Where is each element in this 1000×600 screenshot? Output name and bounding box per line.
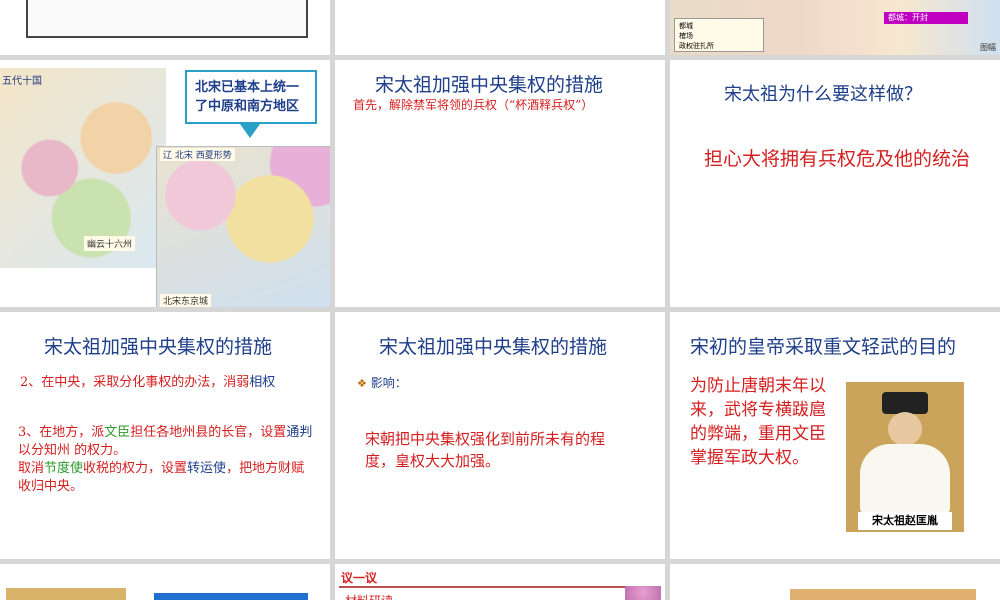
callout-line-2: 了中原和南方地区: [195, 99, 300, 114]
point-3-c: 以分知州 的权力。: [18, 443, 127, 458]
point-3-e: 收税的权力，设置: [83, 461, 188, 476]
slide-5[interactable]: 宋太祖加强中央集权的措施 首先，解除禁军将领的兵权（“杯酒释兵权”）: [335, 60, 665, 307]
slide-title: 宋初的皇帝采取重文轻武的目的: [690, 336, 957, 358]
portrait-face: [888, 412, 922, 446]
impact-text: 宋朝把中央集权强化到前所未有的程度，皇权大大加强。: [365, 430, 606, 470]
slide-7[interactable]: 宋太祖加强中央集权的措施 2、在中央，采取分化事权的办法，消弱相权 3、在地方，…: [0, 312, 330, 559]
diamond-bullet-icon: ❖: [357, 377, 367, 390]
portrait-image: [846, 382, 964, 532]
slide-subtitle: 首先，解除禁军将领的兵权（“杯酒释兵权”）: [353, 98, 594, 112]
map-left-bottom: 幽云十六州: [84, 236, 136, 251]
map-song-liao-xia: [156, 146, 330, 307]
slide-2[interactable]: [335, 0, 665, 55]
painting-image: [6, 588, 126, 600]
down-arrow-icon: [240, 124, 260, 138]
bullet-row: ❖ 影响：: [357, 374, 407, 391]
point-3-d: 取消: [18, 461, 45, 476]
slide-10[interactable]: [0, 564, 330, 600]
point-3-blue: 通判: [286, 425, 313, 440]
legend-item: 政权驻扎所: [679, 42, 714, 50]
legend-item: 榷场: [679, 32, 693, 40]
point-2-highlight: 相权: [249, 375, 276, 390]
point-3: 3、在地方，派文臣担任各地州县的长官，设置通判以分知州 的权力。 取消节度使收税…: [18, 424, 313, 496]
legend-item: 都城: [679, 22, 693, 30]
slide-title: 宋太祖加强中央集权的措施: [379, 336, 608, 358]
slide-3[interactable]: 都城 榷场 政权驻扎所 都城：开封 图幅: [670, 0, 1000, 55]
blue-panel: [154, 593, 308, 600]
bullet-label: 影响：: [370, 376, 407, 390]
slide-title: 宋太祖加强中央集权的措施: [44, 336, 273, 358]
slide-6[interactable]: 宋太祖为什么要这样做？ 担心大将拥有兵权危及他的统治: [670, 60, 1000, 307]
answer-text: 担心大将拥有兵权危及他的统治: [704, 148, 971, 170]
blank-frame: [26, 0, 308, 38]
map-right-title: 辽 北宋 西夏形势: [160, 148, 235, 161]
slide-1[interactable]: [0, 0, 330, 55]
capital-label: 都城：开封: [884, 12, 968, 24]
point-3-blue-2: 转运使: [187, 461, 227, 476]
purpose-text: 为防止唐朝末年以来，武将专横跋扈的弊端，重用文臣掌握军政大权。: [690, 376, 826, 468]
slide-title: 宋太祖为什么要这样做？: [724, 84, 922, 105]
map-five-dynasties: [0, 68, 166, 268]
portrait-robe: [860, 444, 950, 514]
point-2: 2、在中央，采取分化事权的办法，消弱相权: [20, 374, 305, 392]
separator-line: [339, 586, 661, 588]
point-3-b: 担任各地州县的长官，设置: [130, 425, 287, 440]
callout-line-1: 北宋已基本上统一: [195, 80, 300, 95]
slide-4[interactable]: 五代十国 幽云十六州 北宋已基本上统一 了中原和南方地区 辽 北宋 西夏形势 北…: [0, 60, 330, 307]
flower-image: [625, 586, 661, 600]
portrait-caption: 宋太祖赵匡胤: [858, 512, 952, 530]
material-label: 材料研读: [345, 592, 393, 600]
point-3-green: 文臣: [104, 425, 131, 440]
map-right-bottom: 北宋东京城: [160, 294, 212, 307]
legend-box: 都城 榷场 政权驻扎所: [674, 18, 764, 52]
map-left-title: 五代十国: [2, 76, 42, 87]
discuss-label: 议一议: [341, 571, 378, 585]
corner-label: 图幅: [980, 43, 996, 52]
slide-title: 宋太祖加强中央集权的措施: [375, 74, 604, 96]
point-3-green-2: 节度使: [44, 461, 84, 476]
point-3-a: 3、在地方，派: [18, 425, 105, 440]
point-2-text: 、在中央，采取分化事权的办法，消弱: [28, 375, 250, 390]
portrait-hat: [882, 392, 928, 414]
slide-9[interactable]: 宋初的皇帝采取重文轻武的目的 为防止唐朝末年以来，武将专横跋扈的弊端，重用文臣掌…: [670, 312, 1000, 559]
painting-image: [790, 589, 976, 600]
slide-12[interactable]: [670, 564, 1000, 600]
callout-bubble: 北宋已基本上统一 了中原和南方地区: [185, 70, 317, 124]
slide-8[interactable]: 宋太祖加强中央集权的措施 ❖ 影响： 宋朝把中央集权强化到前所未有的程度，皇权大…: [335, 312, 665, 559]
slide-11[interactable]: 议一议 材料研读: [335, 564, 665, 600]
